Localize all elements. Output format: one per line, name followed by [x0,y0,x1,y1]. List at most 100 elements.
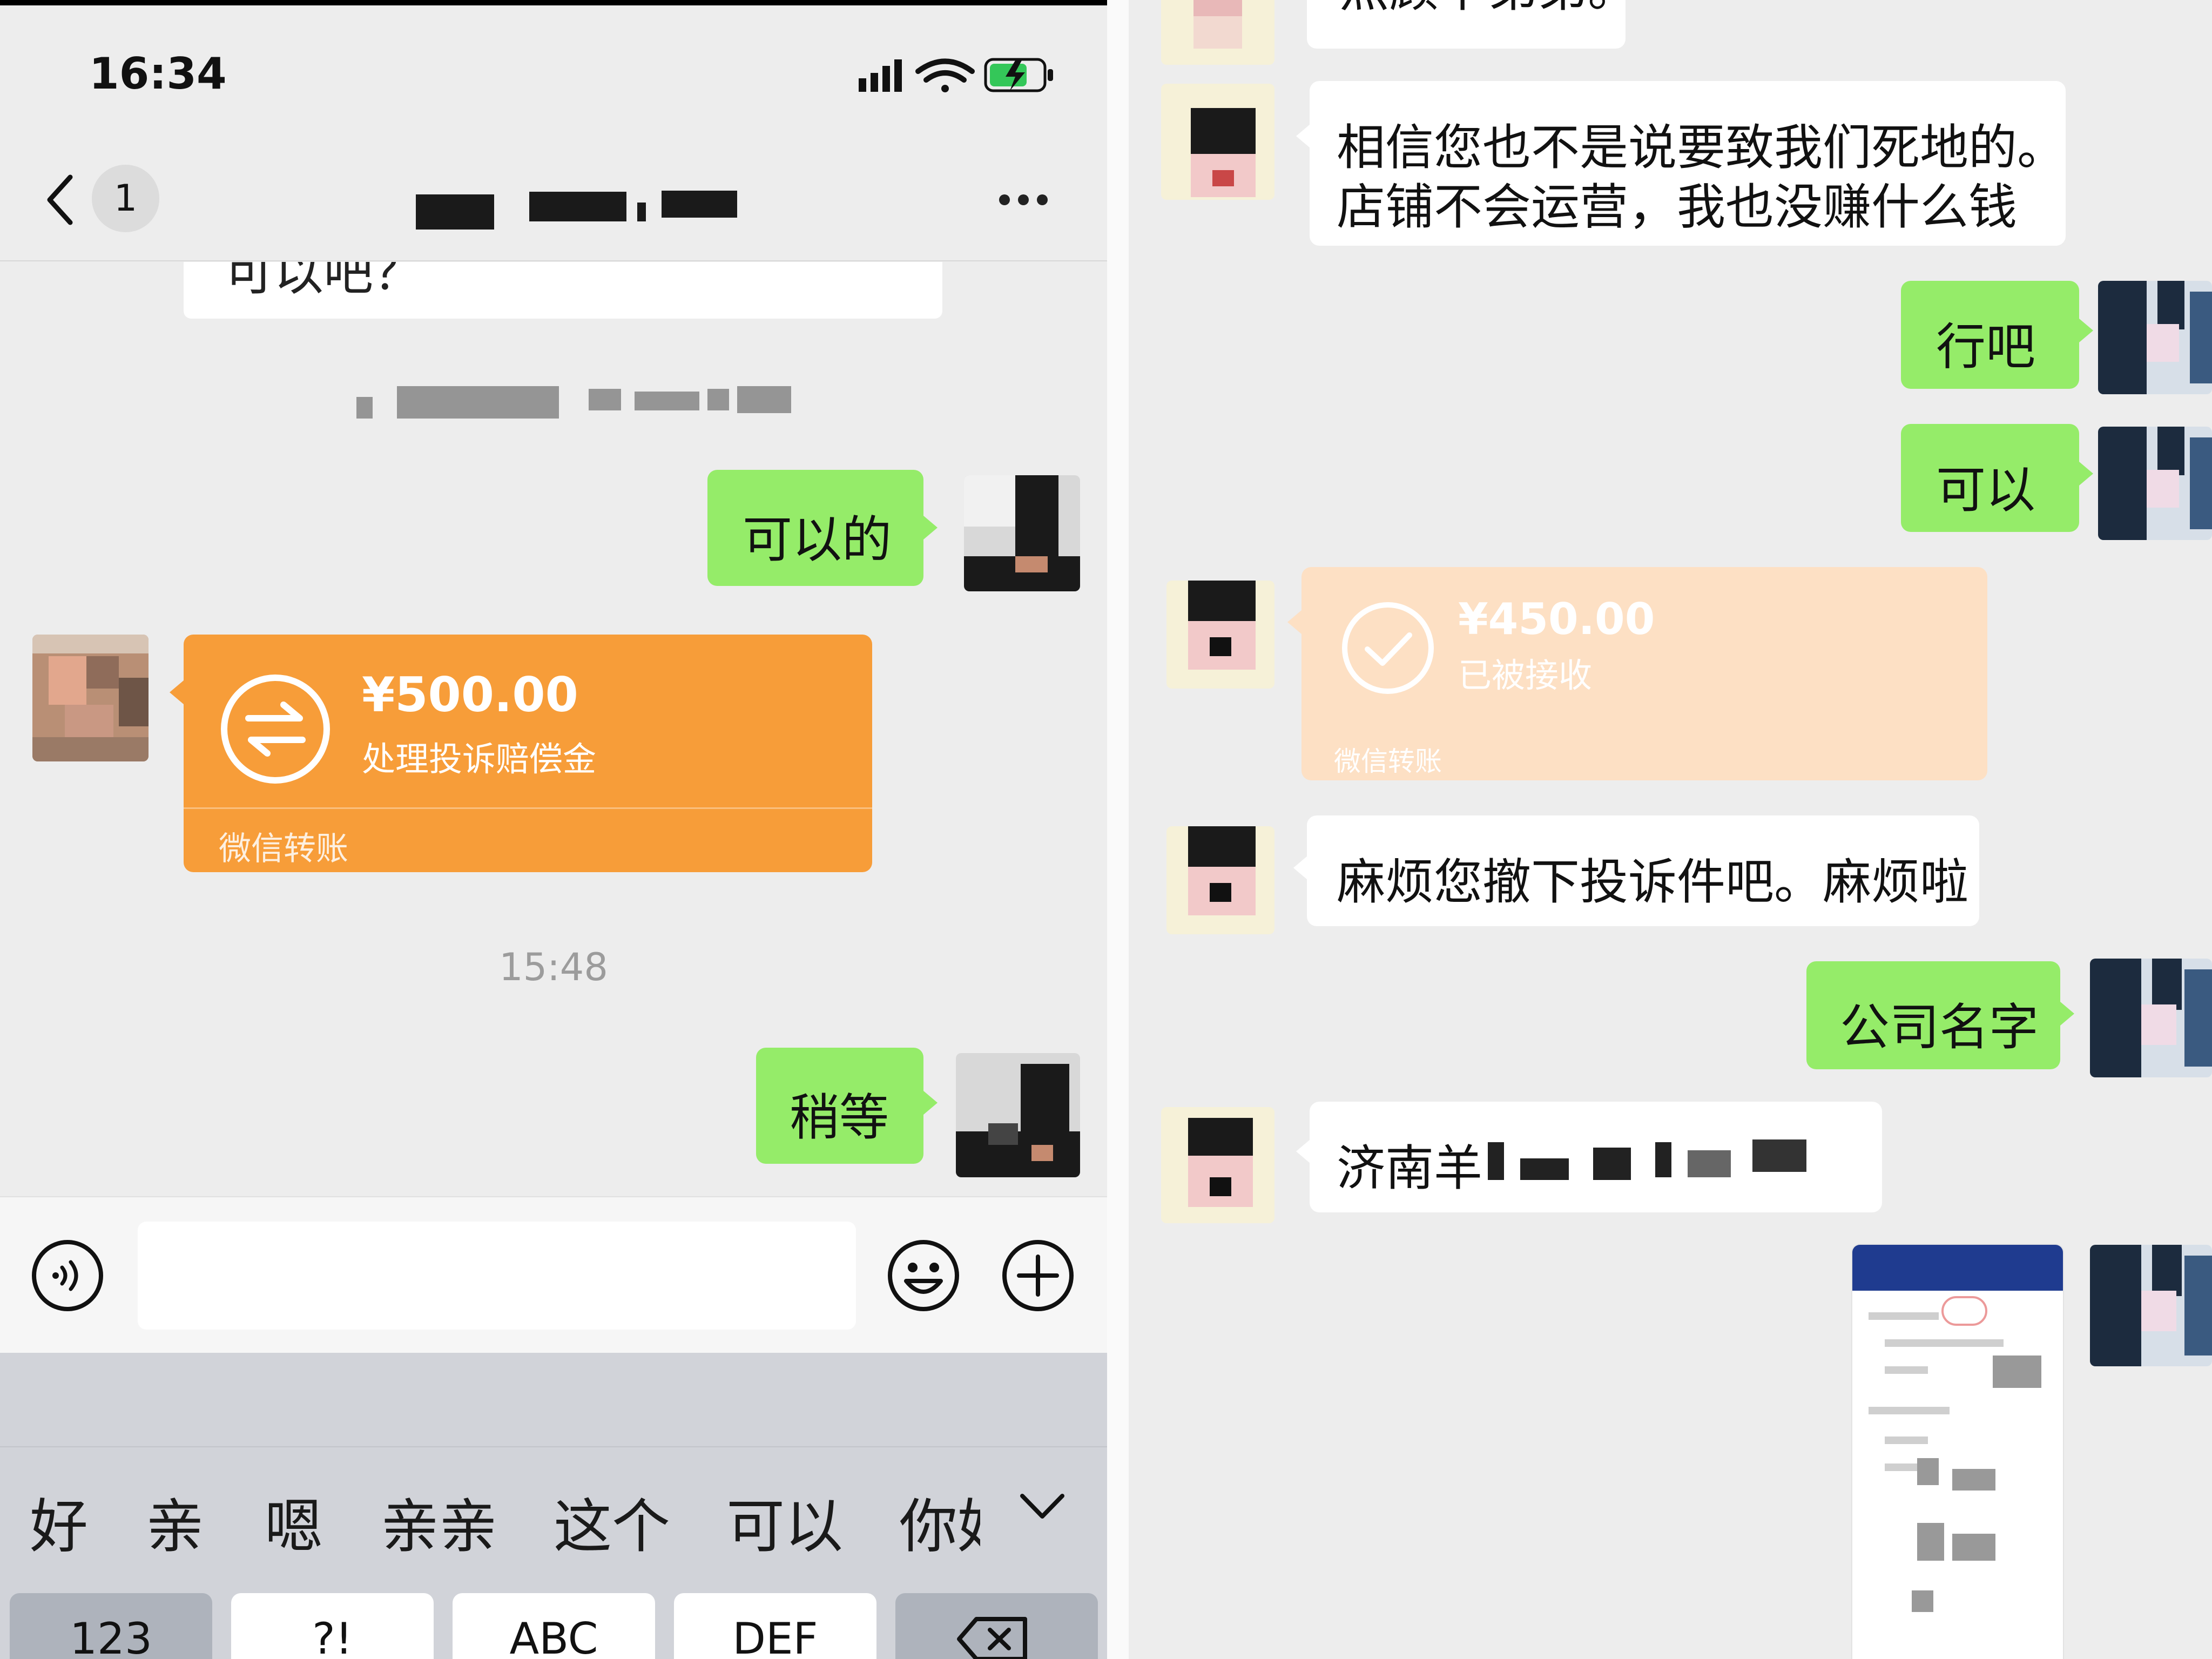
more-icon[interactable] [994,186,1053,213]
unread-count-badge[interactable]: 1 [92,165,159,232]
bubble-tail [170,680,184,704]
redacted-text [1752,1139,1806,1172]
redacted-text [1488,1142,1504,1180]
suggestion-item[interactable]: 这个 [554,1480,670,1564]
suggestion-item[interactable]: 可以 [726,1480,843,1564]
redacted-text [1688,1150,1731,1177]
sent-message-bubble[interactable]: 公司名字 [1806,961,2060,1069]
suggestion-item[interactable]: 你好 [899,1480,980,1564]
redacted-text [1520,1158,1569,1180]
self-avatar[interactable] [964,475,1080,591]
key-delete[interactable] [895,1593,1098,1659]
suggestion-item[interactable]: 好 [30,1480,88,1564]
redacted-text [1593,1148,1631,1180]
sent-message-bubble[interactable]: 稍等 [756,1048,923,1164]
bubble-tail [923,1091,938,1115]
key-def[interactable]: DEF [674,1593,876,1659]
sent-message-bubble[interactable]: 可以 [1901,424,2079,532]
redacted-text [1655,1142,1671,1177]
message-text: 麻烦您撤下投诉件吧。麻烦啦 [1337,854,1968,911]
bubble-tail [2079,319,2093,342]
keyboard-top [0,1353,1107,1447]
transfer-footer: 微信转账 [1334,746,1442,777]
transfer-arrows-icon [221,675,330,784]
chat-input-bar [0,1196,1107,1353]
transfer-note: 处理投诉赔偿金 [362,739,597,779]
image-header-bar [1852,1245,2063,1291]
sent-message-bubble[interactable]: 行吧 [1901,281,2079,389]
contact-avatar[interactable] [1166,826,1274,934]
transfer-footer: 微信转账 [219,830,348,868]
message-text: 济南羊 [1337,1140,1482,1197]
self-avatar[interactable] [2098,281,2212,394]
voice-icon[interactable] [30,1238,105,1313]
transfer-status: 已被接收 [1458,656,1593,695]
chat-title-redacted [410,186,745,235]
received-message-bubble[interactable]: 麻烦您撤下投诉件吧。麻烦啦 [1307,815,1979,926]
received-message-bubble[interactable]: 济南羊 [1310,1102,1882,1212]
wifi-icon [915,58,975,92]
top-edge [0,0,1107,5]
redacted-system-line [335,375,810,424]
self-avatar[interactable] [2090,959,2212,1077]
message-input[interactable] [138,1222,856,1330]
key-punctuation[interactable]: ?! [231,1593,434,1659]
message-text: 公司名字 [1840,999,2039,1056]
image-stamp [1941,1296,1987,1326]
suggestion-item[interactable]: 亲 [146,1480,204,1564]
contact-avatar[interactable] [32,635,149,761]
clipped-message-text: 可以吧？ [224,262,423,301]
message-text: 可以 [1936,461,2036,519]
bubble-tail [1293,856,1307,880]
self-avatar[interactable] [2098,427,2212,540]
sent-message-bubble[interactable]: 可以的 [707,470,923,586]
status-icons [859,58,1053,92]
bubble-tail [923,516,938,539]
nav-divider [0,260,1107,261]
bubble-tail [1296,1139,1310,1163]
bubble-tail [2060,1002,2074,1026]
clipped-message-bubble: 照顾下弟弟。 [1307,0,1637,49]
signal-icon [859,59,902,92]
transfer-card-received[interactable]: ¥450.00 已被接收 微信转账 [1287,567,1987,780]
left-chat-screenshot: 16:34 1 可以吧？ 可以的 ¥500.00 处理投诉赔偿金 微信转账 15… [0,0,1107,1659]
chat-timestamp: 15:48 [499,945,608,989]
contact-avatar[interactable] [1166,581,1274,689]
plus-icon[interactable] [1000,1238,1076,1313]
contact-avatar[interactable] [1161,0,1274,65]
status-time: 16:34 [89,49,227,99]
message-text: 稍等 [790,1089,889,1147]
suggestion-item[interactable]: 亲亲 [381,1480,497,1564]
transfer-amount: ¥450.00 [1458,594,1655,644]
right-chat-screenshot: 照顾下弟弟。 相信您也不是说要致我们死地的。 店铺不会运营，我也没赚什么钱 行吧… [1129,0,2212,1659]
message-text: 店铺不会运营，我也没赚什么钱 [1337,179,2017,235]
transfer-divider [184,807,872,809]
panel-divider [1107,0,1129,1659]
contact-avatar[interactable] [1161,1107,1274,1223]
received-message-bubble[interactable]: 相信您也不是说要致我们死地的。 店铺不会运营，我也没赚什么钱 [1310,81,2066,246]
key-abc[interactable]: ABC [453,1593,655,1659]
suggestion-item[interactable]: 嗯 [265,1480,323,1564]
message-text: 行吧 [1936,318,2036,376]
contact-avatar[interactable] [1161,84,1274,200]
check-circle-icon [1342,602,1434,694]
bubble-tail [1296,124,1310,148]
chevron-down-icon[interactable] [1018,1491,1067,1523]
self-avatar[interactable] [2090,1245,2212,1366]
keyboard: 好 亲 嗯 亲亲 这个 可以 你好 123 ?! ABC DEF [0,1353,1107,1659]
clipped-message-text: 照顾下弟弟。 [1339,0,1637,21]
transfer-card[interactable]: ¥500.00 处理投诉赔偿金 微信转账 [170,635,872,872]
transfer-amount: ¥500.00 [362,667,578,723]
bubble-tail [1287,610,1301,634]
bubble-tail [2079,462,2093,485]
emoji-icon[interactable] [886,1238,961,1313]
chevron-left-icon[interactable] [43,173,76,227]
sent-image-screenshot[interactable] [1852,1245,2063,1659]
key-numbers[interactable]: 123 [10,1593,212,1659]
message-text: 可以的 [743,511,892,569]
battery-charging-icon [984,58,1053,92]
self-avatar[interactable] [956,1053,1080,1177]
suggestion-bar: 好 亲 嗯 亲亲 这个 可以 你好 [0,1447,1107,1577]
backspace-icon [957,1617,1027,1659]
clipped-message-bubble: 可以吧？ [184,262,942,319]
